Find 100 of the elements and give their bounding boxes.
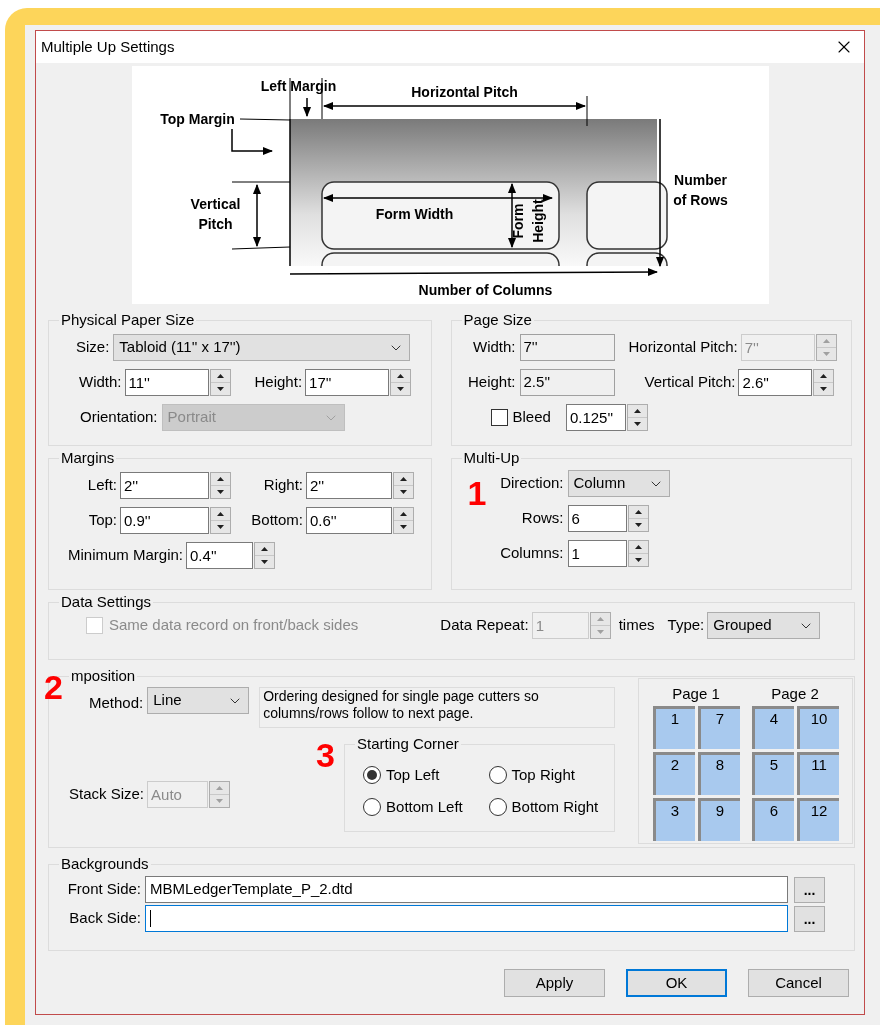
field-label: Front Side: bbox=[66, 879, 142, 900]
input-field[interactable]: 2.6'' bbox=[738, 369, 813, 396]
triangle-up-icon bbox=[397, 374, 405, 378]
triangle-up-icon bbox=[633, 409, 641, 413]
field-label: Width: bbox=[472, 337, 516, 358]
page-cell: 1 bbox=[652, 706, 695, 749]
dialog-button[interactable]: Apply bbox=[504, 969, 605, 997]
input-field[interactable]: 0.9'' bbox=[120, 507, 209, 534]
dialog-button[interactable]: Cancel bbox=[748, 969, 849, 997]
radio-button[interactable] bbox=[488, 766, 507, 785]
triangle-down-icon bbox=[633, 422, 641, 426]
field-label: Data Repeat: bbox=[440, 615, 529, 636]
triangle-down-icon bbox=[822, 352, 830, 356]
triangle-down-icon bbox=[216, 799, 224, 803]
input-field[interactable]: 0.6'' bbox=[306, 507, 392, 534]
group-title: Margins bbox=[60, 450, 116, 466]
browse-button[interactable]: ... bbox=[794, 905, 825, 932]
triangle-up-icon bbox=[634, 545, 642, 549]
triangle-down-icon bbox=[400, 525, 407, 529]
group-title: Multi-Up bbox=[462, 450, 521, 466]
dialog-button[interactable]: OK bbox=[626, 969, 727, 997]
radio-button[interactable] bbox=[363, 797, 382, 816]
page-cell: 12 bbox=[796, 798, 839, 841]
method-description: Ordering designed for single page cutters so columns/rows follow to next page. bbox=[259, 687, 616, 728]
field-label: Method: bbox=[89, 693, 144, 713]
triangle-up-icon bbox=[217, 512, 224, 516]
group-title: Page Size bbox=[462, 312, 533, 328]
input-field[interactable]: 6 bbox=[567, 505, 627, 532]
field-label: Direction: bbox=[499, 473, 564, 494]
triangle-down-icon bbox=[397, 387, 405, 391]
dropdown[interactable]: Column bbox=[567, 470, 670, 497]
field-label: Top: bbox=[87, 510, 117, 531]
input-field[interactable]: 2'' bbox=[120, 472, 209, 499]
annotation-number: 2 bbox=[44, 670, 63, 704]
checkbox[interactable] bbox=[490, 409, 508, 426]
page-cell: 3 bbox=[652, 798, 695, 841]
dropdown[interactable]: Tabloid (11'' x 17'') bbox=[113, 334, 411, 361]
field-label: Size: bbox=[76, 337, 110, 358]
diagram-label: Horizontal Pitch bbox=[411, 83, 518, 102]
input-field[interactable]: 11'' bbox=[124, 369, 209, 396]
field-label: Minimum Margin: bbox=[68, 545, 184, 566]
field-label: Left: bbox=[86, 475, 117, 496]
input-field[interactable]: MBMLedgerTemplate_P_2.dtd bbox=[145, 876, 788, 903]
field-label: Top Left bbox=[386, 765, 440, 785]
window-title: Multiple Up Settings bbox=[41, 36, 175, 57]
triangle-up-icon bbox=[596, 617, 604, 621]
diagram-label: Number of Columns bbox=[418, 281, 553, 300]
group-title: Data Settings bbox=[60, 594, 153, 610]
radio-button[interactable] bbox=[363, 766, 382, 785]
field-label: Columns: bbox=[499, 543, 564, 564]
field-label: Right: bbox=[262, 475, 303, 496]
triangle-down-icon bbox=[217, 490, 224, 494]
triangle-up-icon bbox=[261, 547, 269, 551]
field-label: Horizontal Pitch: bbox=[628, 337, 738, 358]
text-cursor bbox=[150, 910, 151, 927]
browse-button[interactable]: ... bbox=[794, 876, 825, 903]
annotation-number: 3 bbox=[316, 738, 335, 772]
triangle-down-icon bbox=[634, 558, 642, 562]
field-label: Same data record on front/back sides bbox=[109, 615, 359, 636]
triangle-up-icon bbox=[820, 374, 828, 378]
diagram-label: Left Margin bbox=[260, 77, 337, 96]
input-field[interactable]: 17'' bbox=[305, 369, 390, 396]
input-field[interactable]: 0.4'' bbox=[186, 542, 254, 569]
annotation-number: 1 bbox=[467, 476, 487, 510]
radio-button[interactable] bbox=[488, 797, 507, 816]
page-cell: 5 bbox=[751, 752, 794, 795]
triangle-up-icon bbox=[400, 512, 407, 516]
page-cell: 6 bbox=[751, 798, 794, 841]
field-label: Height: bbox=[467, 372, 516, 393]
diagram-label: Form Width bbox=[375, 205, 454, 224]
group-title: Backgrounds bbox=[60, 856, 150, 872]
triangle-up-icon bbox=[634, 510, 642, 514]
input-field[interactable]: 0.125'' bbox=[565, 404, 626, 431]
page-cell: 4 bbox=[751, 706, 794, 749]
triangle-down-icon bbox=[217, 525, 224, 529]
triangle-down-icon bbox=[400, 490, 407, 494]
page-cell: 8 bbox=[697, 752, 740, 795]
triangle-up-icon bbox=[400, 477, 407, 481]
triangle-down-icon bbox=[261, 560, 269, 564]
triangle-down-icon bbox=[596, 630, 604, 634]
input-field[interactable]: 1 bbox=[567, 540, 627, 567]
triangle-down-icon bbox=[216, 387, 224, 391]
dropdown[interactable]: Line bbox=[147, 687, 250, 714]
page-title: Page 1 bbox=[672, 684, 720, 704]
triangle-down-icon bbox=[634, 523, 642, 527]
input-field[interactable]: 2'' bbox=[306, 472, 392, 499]
page-title: Page 2 bbox=[771, 684, 819, 704]
field-label: Orientation: bbox=[80, 407, 158, 428]
diagram-label: Number of Rows bbox=[672, 171, 729, 210]
field-label: Type: bbox=[667, 615, 705, 636]
diagram-label: Vertical Pitch bbox=[189, 195, 242, 234]
page-cell: 9 bbox=[697, 798, 740, 841]
input-field[interactable] bbox=[145, 905, 788, 932]
field-label: Bottom: bbox=[250, 510, 303, 531]
readonly-field: 7'' bbox=[519, 334, 615, 361]
diagram-label: Top Margin bbox=[160, 110, 235, 129]
dropdown[interactable]: Grouped bbox=[707, 612, 821, 639]
triangle-up-icon bbox=[217, 477, 224, 481]
page-cell: 7 bbox=[697, 706, 740, 749]
group-title: Starting Corner bbox=[356, 736, 460, 752]
